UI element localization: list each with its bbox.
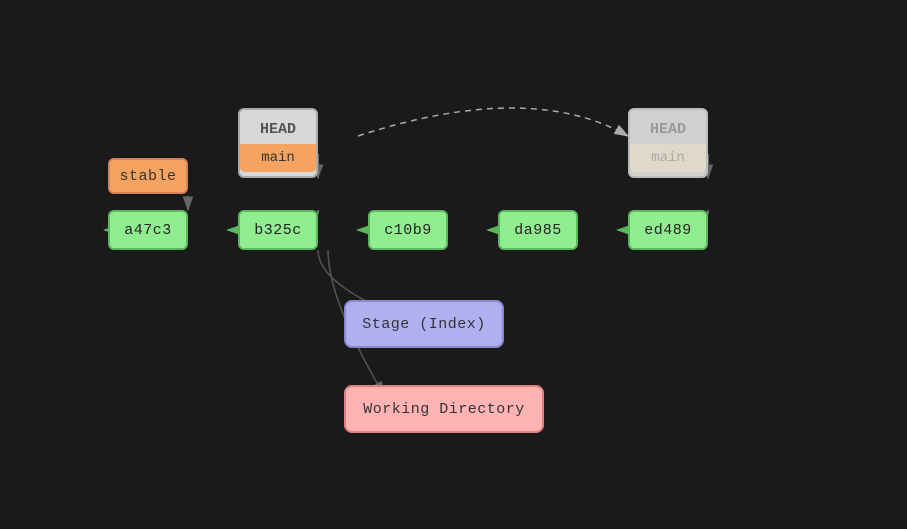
workdir-box: Working Directory xyxy=(344,385,544,433)
head-dim-label: HEAD xyxy=(630,115,706,144)
commit-c10b9: c10b9 xyxy=(368,210,448,250)
commit-b325c-label: b325c xyxy=(254,222,302,239)
commit-a47c3: a47c3 xyxy=(108,210,188,250)
head-active-branch: main xyxy=(240,144,316,172)
head-active-label: HEAD xyxy=(240,115,316,144)
commit-ed489: ed489 xyxy=(628,210,708,250)
commit-b325c: b325c xyxy=(238,210,318,250)
stage-box: Stage (Index) xyxy=(344,300,504,348)
commit-da985-label: da985 xyxy=(514,222,562,239)
arrows-svg xyxy=(0,0,907,529)
head-active: HEAD main xyxy=(238,108,318,178)
head-dim-branch: main xyxy=(630,144,706,172)
head-dim: HEAD main xyxy=(628,108,708,178)
commit-c10b9-label: c10b9 xyxy=(384,222,432,239)
workdir-label: Working Directory xyxy=(363,401,525,418)
git-diagram: a47c3 b325c c10b9 da985 ed489 stable HEA… xyxy=(0,0,907,529)
commit-da985: da985 xyxy=(498,210,578,250)
stage-label: Stage (Index) xyxy=(362,316,486,333)
commit-ed489-label: ed489 xyxy=(644,222,692,239)
commit-a47c3-label: a47c3 xyxy=(124,222,172,239)
label-stable: stable xyxy=(108,158,188,194)
stable-text: stable xyxy=(119,168,176,185)
